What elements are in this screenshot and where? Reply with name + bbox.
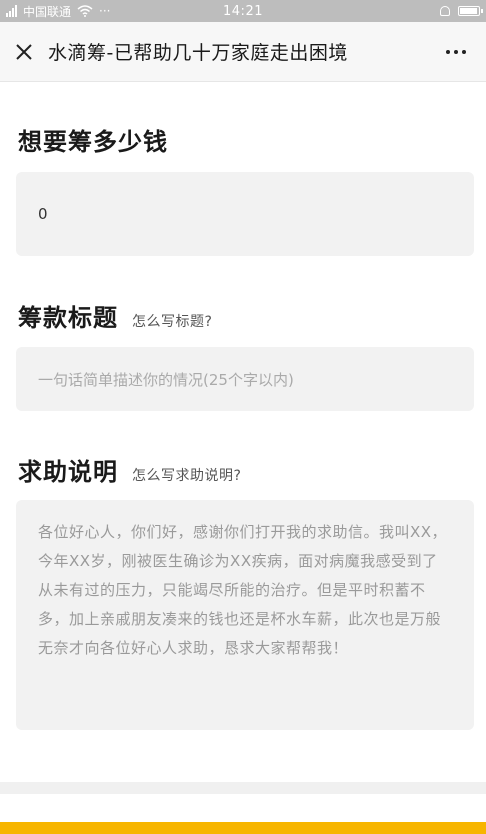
more-icon-dot bbox=[462, 50, 466, 54]
more-button[interactable] bbox=[436, 32, 476, 72]
title-heading-text: 筹款标题 bbox=[18, 304, 118, 332]
description-heading-text: 求助说明 bbox=[18, 458, 118, 486]
status-bar: 中国联通 ··· 14:21 bbox=[0, 0, 486, 22]
more-icon-dot bbox=[446, 50, 450, 54]
page-title: 水滴筹-已帮助几十万家庭走出困境 bbox=[48, 42, 348, 64]
nav-bar: 水滴筹-已帮助几十万家庭走出困境 bbox=[0, 22, 486, 82]
description-heading: 求助说明 怎么写求助说明? bbox=[18, 452, 241, 487]
submit-bar[interactable] bbox=[0, 822, 486, 834]
close-icon bbox=[16, 43, 32, 60]
amount-input[interactable]: 0 bbox=[16, 172, 474, 256]
title-placeholder: 一句话简单描述你的情况(25个字以内) bbox=[38, 370, 294, 389]
clock-time: 14:21 bbox=[223, 3, 263, 19]
amount-heading: 想要筹多少钱 bbox=[18, 122, 168, 157]
battery-icon bbox=[458, 6, 483, 16]
amount-heading-text: 想要筹多少钱 bbox=[18, 128, 168, 156]
description-placeholder: 各位好心人，你们好，感谢你们打开我的求助信。我叫XX，今年XX岁，刚被医生确诊为… bbox=[38, 523, 448, 657]
close-button[interactable] bbox=[4, 32, 44, 72]
description-help-link[interactable]: 怎么写求助说明? bbox=[132, 465, 241, 485]
amount-value: 0 bbox=[38, 205, 48, 223]
status-right bbox=[440, 0, 483, 22]
title-help-link[interactable]: 怎么写标题? bbox=[132, 311, 212, 331]
description-textarea[interactable]: 各位好心人，你们好，感谢你们打开我的求助信。我叫XX，今年XX岁，刚被医生确诊为… bbox=[16, 500, 474, 730]
bell-icon bbox=[440, 6, 450, 16]
more-icon-dot bbox=[454, 50, 458, 54]
title-heading: 筹款标题 怎么写标题? bbox=[18, 298, 212, 333]
section-divider bbox=[0, 782, 486, 794]
title-input[interactable]: 一句话简单描述你的情况(25个字以内) bbox=[16, 347, 474, 411]
